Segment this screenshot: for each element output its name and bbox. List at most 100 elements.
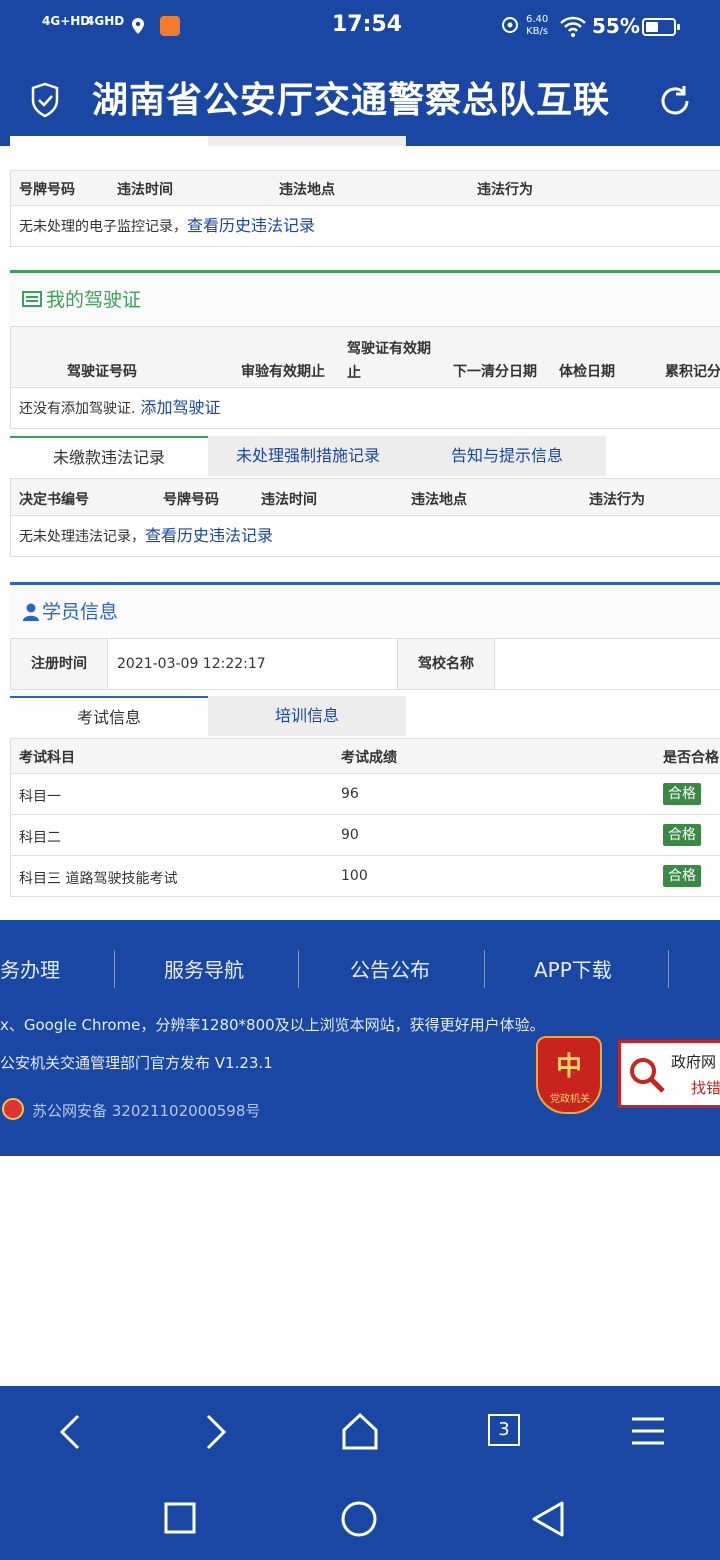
add-license-link[interactable]: 添加驾驶证 — [141, 398, 221, 417]
table-header: 驾驶证号码 审验有效期止 驾驶证有效期 止 下一清分日期 体检日期 累积记分 — [11, 327, 720, 388]
col-place: 违法地点 — [411, 492, 467, 508]
col-medical: 体检日期 — [559, 364, 615, 380]
exam-score: 100 — [341, 868, 368, 884]
exam-subject: 科目三 道路驾驶技能考试 — [19, 871, 178, 887]
col-subject: 考试科目 — [19, 750, 75, 766]
site-footer: 务办理 服务导航 公告公布 APP下载 x、Google Chrome，分辨率1… — [0, 920, 720, 1156]
pass-badge: 合格 — [663, 783, 701, 805]
emblem-icon: 中 — [556, 1052, 583, 1082]
footer-nav-app-download[interactable]: APP下载 — [534, 954, 612, 983]
table-header: 号牌号码 违法时间 违法地点 违法行为 — [11, 171, 720, 206]
student-table: 注册时间 2021-03-09 12:22:17 驾校名称 — [10, 638, 720, 690]
recent-apps-icon[interactable] — [164, 1502, 196, 1538]
home-circle-icon[interactable] — [340, 1500, 378, 1542]
history-link[interactable]: 查看历史违法记录 — [187, 216, 315, 235]
col-decision-no: 决定书编号 — [19, 492, 89, 508]
police-emblem-icon — [2, 1098, 24, 1120]
exam-subject: 科目一 — [19, 789, 61, 805]
exam-score: 96 — [341, 786, 359, 802]
pass-badge: 合格 — [663, 865, 701, 887]
reg-time-label: 注册时间 — [11, 639, 108, 689]
shield-check-icon[interactable] — [30, 82, 60, 122]
gov-error-finder-badge[interactable]: 政府网 找错 — [618, 1040, 720, 1108]
tabs-count-button[interactable]: 3 — [488, 1414, 520, 1446]
empty-message: 还没有添加驾驶证. — [19, 401, 136, 417]
status-bar: 4G+HD 4GHD 17:54 6.40 KB/s 55% — [0, 0, 720, 56]
battery-percent: 55% — [592, 14, 640, 38]
empty-message: 无未处理的电子监控记录， — [19, 219, 187, 235]
tab-unpaid-violations[interactable]: 未缴款违法记录 — [10, 436, 208, 476]
footer-nav-announcements[interactable]: 公告公布 — [350, 954, 430, 983]
col-time: 违法时间 — [261, 492, 317, 508]
table-row: 无未处理违法记录，查看历史违法记录 — [11, 516, 720, 557]
party-gov-badge[interactable]: 中 党政机关 — [536, 1036, 602, 1114]
refresh-icon[interactable] — [656, 82, 694, 124]
school-label: 驾校名称 — [397, 639, 495, 689]
exam-score: 90 — [341, 827, 359, 843]
location-pin-icon — [132, 18, 144, 34]
table-row: 科目一 96 合格 — [11, 774, 720, 815]
col-plate: 号牌号码 — [19, 182, 75, 198]
col-plate: 号牌号码 — [163, 492, 219, 508]
tab-coercive-measures[interactable]: 未处理强制措施记录 — [208, 436, 408, 476]
exam-subject: 科目二 — [19, 830, 61, 846]
electronic-table: 号牌号码 违法时间 违法地点 违法行为 无未处理的电子监控记录，查看历史违法记录 — [10, 170, 720, 247]
table-row: 还没有添加驾驶证. 添加驾驶证 — [11, 388, 720, 429]
app-bar: 湖南省公安厅交通警察总队互联 — [0, 56, 720, 146]
battery-icon — [642, 18, 680, 36]
system-navbar — [0, 1478, 720, 1560]
speed-unit: KB/s — [526, 26, 549, 37]
footer-nav-services[interactable]: 务办理 — [0, 954, 60, 983]
tab-training-info[interactable]: 培训信息 — [208, 696, 406, 736]
table-row: 无未处理的电子监控记录，查看历史违法记录 — [11, 206, 720, 247]
col-license-no: 驾驶证号码 — [67, 364, 137, 380]
exam-table: 考试科目 考试成绩 是否合格 科目一 96 合格 科目二 90 合格 科目三 道… — [10, 738, 720, 897]
student-panel-header: 学员信息 — [10, 582, 720, 634]
license-panel-header: 我的驾驶证 — [10, 270, 720, 322]
home-icon[interactable] — [340, 1412, 380, 1454]
beian-text[interactable]: 苏公网安备 32021102000598号 — [32, 1100, 260, 1121]
table-row: 注册时间 2021-03-09 12:22:17 驾校名称 — [11, 639, 720, 690]
magnifier-icon — [627, 1055, 667, 1099]
col-review-expiry: 审验有效期止 — [241, 364, 325, 380]
table-header: 考试科目 考试成绩 是否合格 — [11, 739, 720, 774]
publisher-text: 公安机关交通管理部门官方发布 V1.23.1 — [0, 1054, 273, 1072]
forward-icon[interactable] — [200, 1414, 228, 1454]
col-result: 是否合格 — [663, 750, 719, 766]
col-score: 考试成绩 — [341, 750, 397, 766]
back-icon[interactable] — [58, 1414, 86, 1454]
menu-icon[interactable] — [630, 1416, 666, 1450]
col-action: 违法行为 — [477, 182, 533, 198]
wifi-icon — [560, 16, 586, 42]
history-link[interactable]: 查看历史违法记录 — [145, 526, 273, 545]
page-title: 湖南省公安厅交通警察总队互联 — [92, 80, 611, 121]
gov-badge-line2: 找错 — [691, 1079, 720, 1097]
network-speed: 6.40 KB/s — [526, 14, 548, 38]
party-badge-label: 党政机关 — [550, 1094, 590, 1105]
location-icon — [500, 16, 520, 42]
col-points: 累积记分 — [665, 364, 720, 380]
exam-tabs: 考试信息 培训信息 — [10, 696, 410, 736]
footer-nav-guide[interactable]: 服务导航 — [164, 954, 244, 983]
browser-tip: x、Google Chrome，分辨率1280*800及以上浏览本网站，获得更好… — [0, 1016, 545, 1034]
user-icon — [22, 603, 40, 625]
col-license-expiry: 驾驶证有效期 止 — [347, 341, 431, 381]
browser-toolbar: 3 — [0, 1386, 720, 1478]
list-card-icon — [22, 291, 42, 311]
clock: 17:54 — [332, 12, 403, 37]
col-next-clear: 下一清分日期 — [453, 364, 537, 380]
license-title: 我的驾驶证 — [46, 289, 142, 311]
signal-4g-plus: 4G+HD — [42, 14, 91, 28]
gov-badge-line1: 政府网 — [671, 1053, 717, 1071]
empty-message: 无未处理违法记录， — [19, 529, 145, 545]
table-header: 决定书编号 号牌号码 违法时间 违法地点 违法行为 — [11, 479, 720, 516]
student-title: 学员信息 — [42, 601, 119, 623]
col-place: 违法地点 — [279, 182, 335, 198]
tab-exam-info[interactable]: 考试信息 — [10, 696, 208, 736]
violation-tabs: 未缴款违法记录 未处理强制措施记录 告知与提示信息 — [10, 436, 610, 476]
tab-notice[interactable]: 告知与提示信息 — [408, 436, 606, 476]
notification-app-icon — [160, 16, 180, 36]
pass-badge: 合格 — [663, 824, 701, 846]
table-row: 科目三 道路驾驶技能考试 100 合格 — [11, 856, 720, 897]
back-triangle-icon[interactable] — [530, 1500, 566, 1542]
